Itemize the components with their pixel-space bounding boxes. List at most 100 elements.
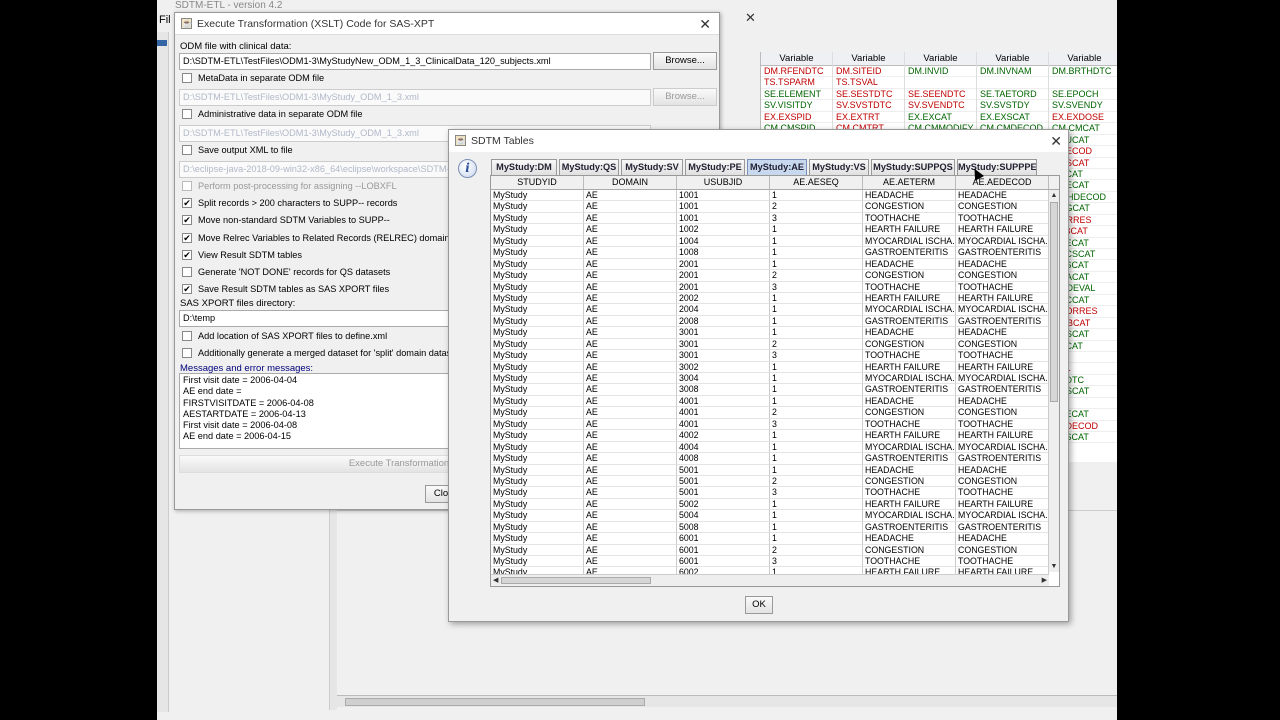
table-cell[interactable]: AE bbox=[584, 281, 677, 293]
split-records-checkbox[interactable]: ✔ Split records > 200 characters to SUPP-… bbox=[182, 198, 397, 208]
table-cell[interactable]: CONGESTION bbox=[956, 338, 1049, 351]
tab-suppqs[interactable]: MyStudy:SUPPQS bbox=[871, 159, 955, 175]
table-cell[interactable]: AE bbox=[584, 453, 677, 465]
generate-notdone-checkbox[interactable]: Generate 'NOT DONE' records for QS datas… bbox=[182, 267, 390, 277]
variable-cell[interactable]: SE.ELEMENT bbox=[761, 89, 832, 101]
table-cell[interactable]: 6001 bbox=[677, 533, 770, 545]
table-cell[interactable]: 3 bbox=[770, 418, 863, 431]
table-cell[interactable]: 2001 bbox=[677, 281, 770, 293]
table-row[interactable]: MyStudy AE 4008 1 GASTROENTERITIS GASTROENTER… bbox=[491, 453, 1059, 465]
table-cell[interactable]: 1 bbox=[770, 521, 863, 534]
table-cell[interactable]: MYOCARDIAL ISCHA... bbox=[956, 304, 1049, 316]
table-cell[interactable]: HEARTH FAILURE bbox=[956, 498, 1049, 511]
variable-cell[interactable]: SV.SVENDTC bbox=[905, 100, 976, 112]
table-cell[interactable]: HEADACHE bbox=[863, 533, 956, 545]
table-cell[interactable]: 1 bbox=[770, 510, 863, 522]
table-cell[interactable]: 1 bbox=[770, 315, 863, 328]
table-cell[interactable]: AE bbox=[584, 270, 677, 282]
table-cell[interactable]: 3001 bbox=[677, 338, 770, 351]
column-header[interactable]: USUBJID bbox=[677, 176, 770, 189]
variable-cell[interactable] bbox=[1049, 77, 1117, 89]
table-cell[interactable]: MyStudy bbox=[491, 212, 584, 225]
table-cell[interactable]: GASTROENTERITIS bbox=[863, 247, 956, 259]
table-cell[interactable]: MYOCARDIAL ISCHA... bbox=[956, 373, 1049, 385]
table-cell[interactable]: 5002 bbox=[677, 498, 770, 511]
table-cell[interactable]: MyStudy bbox=[491, 464, 584, 476]
tab-dm[interactable]: MyStudy:DM bbox=[491, 159, 557, 175]
scroll-down-icon[interactable]: ▼ bbox=[1050, 562, 1058, 571]
table-cell[interactable]: GASTROENTERITIS bbox=[956, 453, 1049, 465]
table-row[interactable]: MyStudy AE 1002 1 HEARTH FAILURE HEARTH FAILU… bbox=[491, 224, 1059, 236]
browse-odm-button[interactable]: Browse... bbox=[653, 52, 717, 70]
table-cell[interactable]: 4001 bbox=[677, 407, 770, 419]
table-cell[interactable]: 3001 bbox=[677, 350, 770, 362]
table-row[interactable]: MyStudy AE 5004 1 MYOCARDIAL ISCHA... MYOCARD… bbox=[491, 510, 1059, 522]
table-cell[interactable]: 5001 bbox=[677, 464, 770, 476]
table-cell[interactable]: TOOTHACHE bbox=[863, 212, 956, 225]
table-cell[interactable]: MyStudy bbox=[491, 407, 584, 419]
table-cell[interactable]: MyStudy bbox=[491, 190, 584, 202]
close-icon[interactable]: ✕ bbox=[699, 13, 711, 35]
table-cell[interactable]: AE bbox=[584, 292, 677, 305]
dialog-titlebar[interactable]: ☕ Execute Transformation (XSLT) Code for… bbox=[175, 13, 719, 35]
left-tree-panel[interactable] bbox=[157, 32, 169, 712]
variable-cell[interactable]: SE.TAETORD bbox=[977, 89, 1048, 101]
scroll-up-icon[interactable]: ▲ bbox=[1050, 191, 1058, 200]
table-cell[interactable]: HEARTH FAILURE bbox=[956, 361, 1049, 373]
column-header[interactable]: Variable bbox=[977, 52, 1048, 66]
table-cell[interactable]: AE bbox=[584, 498, 677, 511]
table-cell[interactable]: HEADACHE bbox=[863, 258, 956, 271]
table-row[interactable]: MyStudy AE 1004 1 MYOCARDIAL ISCHA... MYOCARD… bbox=[491, 235, 1059, 248]
table-cell[interactable]: MyStudy bbox=[491, 350, 584, 362]
table-cell[interactable]: AE bbox=[584, 212, 677, 225]
column-header[interactable]: STUDYID bbox=[491, 176, 584, 189]
table-cell[interactable]: 3008 bbox=[677, 384, 770, 396]
table-cell[interactable]: GASTROENTERITIS bbox=[956, 315, 1049, 328]
table-cell[interactable]: 1 bbox=[770, 453, 863, 465]
checkbox-box[interactable] bbox=[182, 181, 192, 191]
table-cell[interactable]: AE bbox=[584, 487, 677, 499]
scrollbar-thumb[interactable] bbox=[1050, 202, 1058, 402]
tab-pe[interactable]: MyStudy:PE bbox=[685, 159, 745, 175]
variable-cell[interactable]: SV.SVSTDY bbox=[977, 100, 1048, 112]
table-cell[interactable]: MyStudy bbox=[491, 418, 584, 431]
table-cell[interactable]: 5004 bbox=[677, 510, 770, 522]
table-cell[interactable]: AE bbox=[584, 475, 677, 488]
table-cell[interactable]: 4002 bbox=[677, 430, 770, 442]
table-cell[interactable]: HEADACHE bbox=[956, 395, 1049, 408]
table-cell[interactable]: TOOTHACHE bbox=[956, 556, 1049, 568]
table-cell[interactable]: 2 bbox=[770, 475, 863, 488]
table-cell[interactable]: MyStudy bbox=[491, 430, 584, 442]
table-row[interactable]: MyStudy AE 4001 3 TOOTHACHE TOOTHACHE bbox=[491, 418, 1059, 431]
table-row[interactable]: MyStudy AE 6001 2 CONGESTION CONGESTION bbox=[491, 544, 1059, 556]
checkbox-box[interactable]: ✔ bbox=[182, 198, 192, 208]
table-cell[interactable]: 1 bbox=[770, 361, 863, 373]
table-row[interactable]: MyStudy AE 2008 1 GASTROENTERITIS GASTROENTER… bbox=[491, 315, 1059, 328]
tab-qs[interactable]: MyStudy:QS bbox=[559, 159, 619, 175]
table-cell[interactable]: 5008 bbox=[677, 521, 770, 534]
table-cell[interactable]: 2001 bbox=[677, 258, 770, 271]
table-cell[interactable]: MyStudy bbox=[491, 510, 584, 522]
table-cell[interactable]: MyStudy bbox=[491, 487, 584, 499]
variable-cell[interactable]: DM.SITEID bbox=[833, 66, 904, 78]
table-cell[interactable]: 2004 bbox=[677, 304, 770, 316]
checkbox-box[interactable] bbox=[182, 331, 192, 341]
table-cell[interactable]: 1001 bbox=[677, 190, 770, 202]
table-cell[interactable]: HEARTH FAILURE bbox=[863, 292, 956, 305]
table-row[interactable]: MyStudy AE 5002 1 HEARTH FAILURE HEARTH FAILU… bbox=[491, 498, 1059, 511]
table-cell[interactable]: MyStudy bbox=[491, 338, 584, 351]
table-cell[interactable]: 6001 bbox=[677, 556, 770, 568]
table-row[interactable]: MyStudy AE 3001 2 CONGESTION CONGESTION bbox=[491, 338, 1059, 351]
table-cell[interactable]: 2 bbox=[770, 544, 863, 556]
table-cell[interactable]: MyStudy bbox=[491, 304, 584, 316]
table-cell[interactable]: AE bbox=[584, 190, 677, 202]
column-header[interactable]: AE.AETERM bbox=[863, 176, 956, 189]
variable-cell[interactable]: SE.EPOCH bbox=[1049, 89, 1117, 101]
variable-cell[interactable]: SV.SVSTDTC bbox=[833, 100, 904, 112]
table-cell[interactable]: MyStudy bbox=[491, 270, 584, 282]
table-cell[interactable]: TOOTHACHE bbox=[956, 418, 1049, 431]
table-row[interactable]: MyStudy AE 6001 3 TOOTHACHE TOOTHACHE bbox=[491, 556, 1059, 568]
table-row[interactable]: MyStudy AE 5001 1 HEADACHE HEADACHE bbox=[491, 464, 1059, 476]
column-header[interactable]: AE.AESEQ bbox=[770, 176, 863, 189]
table-row[interactable]: MyStudy AE 2002 1 HEARTH FAILURE HEARTH FAILU… bbox=[491, 292, 1059, 305]
